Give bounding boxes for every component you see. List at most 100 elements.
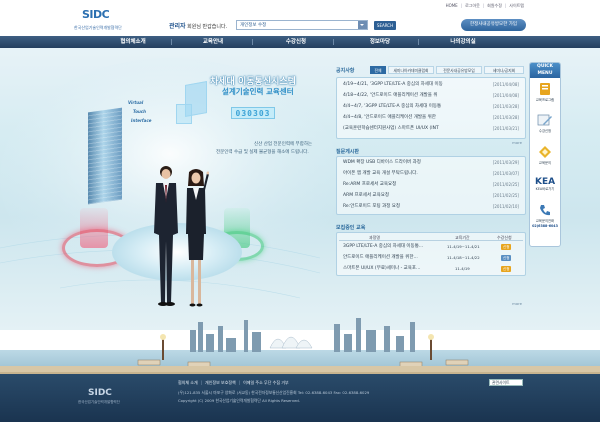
quick-item-program[interactable]: 교육프로그램	[532, 82, 558, 102]
tab-seminar-club[interactable]: 세미나아카데미클럽회	[388, 66, 434, 74]
footer-logo: SIDC	[88, 388, 112, 398]
quick-item-registration[interactable]: 수강신청	[532, 113, 558, 133]
nav-divider	[171, 39, 172, 45]
quick-item-label: KEA바로가기	[535, 187, 555, 191]
pencil-icon	[537, 114, 552, 126]
qna-title: 질문게시판	[336, 149, 360, 155]
list-item[interactable]: ARM 프로세서 교육요청 [2011/02/25]	[343, 192, 521, 200]
notice-date: [2011/03/21]	[492, 126, 519, 131]
list-item[interactable]: 4/18~4/22, '안드로이드 애플리케이션 개발을 위 [2011/04/0…	[343, 92, 521, 100]
list-item[interactable]: 4/19~4/21, '3GPP LTE/LTE-A 중심의 차세대 이동 [20…	[343, 81, 521, 89]
kea-logo-icon: KEA	[535, 177, 555, 185]
tab-all[interactable]: 전체	[370, 66, 386, 74]
list-item[interactable]: 아이폰 앱 개발 교육 개설 부탁드립니다. [2011/03/07]	[343, 170, 521, 178]
qna-date: [2011/02/25]	[492, 182, 519, 187]
footer-link-about[interactable]: 협의체 소개	[178, 380, 198, 386]
course-name: 스마트폰 UI/UX (무료)세미나 - 교육포...	[343, 266, 421, 271]
list-item[interactable]: Re:안드로이드 포팅 과정 요청 [2011/02/10]	[343, 203, 521, 211]
nav-item-info[interactable]: 정보마당	[350, 36, 410, 48]
site-header: SIDC 한국산업기술인력개발협력단 HOME | 로그아웃 | 회원수정 | …	[0, 0, 600, 34]
notice-date: [2011/04/08]	[492, 93, 519, 98]
divider: |	[238, 380, 241, 385]
quick-item-phone[interactable]: 교육문의전화 02)6388-6043	[532, 203, 558, 228]
divider: |	[460, 3, 463, 8]
footer-link-email-policy[interactable]: 이메일 주소 무단 수집 거부	[243, 380, 289, 386]
table-row[interactable]: 3GPP LTE/LTE-A 중심의 차세대 이동통... 11-4/19~11…	[339, 242, 523, 251]
top-link-home[interactable]: HOME	[446, 3, 458, 9]
qna-date: [2011/02/10]	[492, 204, 519, 209]
nav-item-about[interactable]: 협의체소개	[103, 36, 163, 48]
register-badge[interactable]: 신청	[501, 243, 512, 250]
nav-item-education[interactable]: 교육안내	[183, 36, 243, 48]
footer-copyright: Copyright (C) 2009 한국산업기술인력개발협력단 All Rig…	[178, 398, 301, 403]
notice-date: [2011/04/08]	[492, 82, 519, 87]
list-item[interactable]: Re:ARM 프로세서 교육요청 [2011/02/25]	[343, 181, 521, 189]
qna-title-text: Re:안드로이드 포팅 과정 요청	[343, 204, 401, 209]
list-item[interactable]: (교육훈련학습센터지원사업) 스마트폰 UI/UX (INT [2011/03/2…	[343, 125, 521, 133]
table-row[interactable]: 안드로이드 애플리케이션 개발을 위한... 11-4/18~11-4/22 신…	[339, 253, 523, 262]
quick-item-kea-link[interactable]: KEA KEA바로가기	[532, 175, 558, 191]
search-select-value: 개인정보 수정	[240, 23, 267, 28]
quick-item-label: 수강신청	[538, 129, 552, 133]
nav-item-registration[interactable]: 수강신청	[266, 36, 326, 48]
register-badge[interactable]: 신청	[501, 254, 512, 261]
qna-title-text: ARM 프로세서 교육요청	[343, 193, 390, 198]
notice-title-text: (교육훈련학습센터지원사업) 스마트폰 UI/UX (INT	[343, 126, 439, 131]
nav-divider	[252, 39, 253, 45]
board-panel: 공지사항 전체 세미나아카데미클럽회 전문사내공유방모임 세미나/공지회 4/1…	[336, 66, 526, 316]
top-link-sitemap[interactable]: 사이트맵	[509, 3, 524, 9]
top-link-logout[interactable]: 로그아웃	[465, 3, 480, 9]
footer-links: 협의체 소개 | 개인정보 보호정책 | 이메일 주소 무단 수집 거부	[178, 380, 289, 386]
businessman-figure	[154, 166, 178, 306]
quick-menu: QUICK MENU 교육프로그램 수강신청 교육문의 KEA KEA바로가기 …	[529, 62, 561, 247]
logo-mark: SIDC	[82, 8, 110, 21]
list-item[interactable]: WDM 확장 USB 디바이스 드라이버 과정 [2011/03/29]	[343, 159, 521, 167]
qna-title-text: 아이폰 앱 개발 교육 개설 부탁드립니다.	[343, 171, 418, 176]
notice-title-text: 4/4~4/7, '3GPP LTE/LTE-A 중심의 차세대 이동통	[343, 104, 442, 109]
tab-seminar-notice[interactable]: 세미나/공지회	[484, 66, 524, 74]
register-badge[interactable]: 신청	[501, 265, 512, 272]
phone-icon	[540, 205, 550, 216]
glass-tower-image	[88, 107, 122, 205]
tab-community[interactable]: 전문사내공유방모임	[436, 66, 482, 74]
course-name: 안드로이드 애플리케이션 개발을 위한...	[343, 255, 418, 260]
chevron-down-icon[interactable]	[358, 21, 367, 29]
top-link-edit-profile[interactable]: 회원수정	[487, 3, 502, 9]
notice-title-text: 4/4~4/8, '안드로이드 애플리케이션 개발을 위한	[343, 115, 436, 120]
course-period: 11-4/19	[455, 266, 470, 271]
divider: |	[482, 3, 485, 8]
book-icon	[540, 83, 550, 95]
qna-title-text: Re:ARM 프로세서 교육요청	[343, 182, 397, 187]
businesswoman-figure	[186, 169, 209, 307]
col-course-name: 과정명	[369, 235, 381, 240]
notice-date: [2011/03/28]	[492, 115, 519, 120]
hologram-display: 030303	[231, 107, 275, 119]
join-community-button[interactable]: 한정사내공유방모한 가입	[461, 19, 526, 31]
logo-subtitle: 한국산업기술인력개발협력단	[74, 25, 122, 30]
sky-word: Touch	[133, 109, 147, 114]
course-period: 11-4/19~11-4/21	[447, 244, 480, 249]
nav-divider	[333, 39, 334, 45]
hero-subtitle: 설계기술인력 교육센터	[222, 87, 294, 96]
related-sites-select[interactable]: 관련사이트	[489, 379, 523, 386]
list-item[interactable]: 4/4~4/7, '3GPP LTE/LTE-A 중심의 차세대 이동통 [201…	[343, 103, 521, 111]
search-button[interactable]: SEARCH	[374, 21, 396, 30]
table-row[interactable]: 스마트폰 UI/UX (무료)세미나 - 교육포... 11-4/19 신청	[339, 264, 523, 273]
site-footer: SIDC 한국산업기술인력개발협력단 협의체 소개 | 개인정보 보호정책 | …	[0, 374, 600, 422]
list-item[interactable]: 4/4~4/8, '안드로이드 애플리케이션 개발을 위한 [2011/03/28…	[343, 114, 521, 122]
course-period: 11-4/18~11-4/22	[447, 255, 480, 260]
site-logo[interactable]: SIDC 한국산업기술인력개발협력단	[74, 8, 154, 32]
qna-date: [2011/03/29]	[492, 160, 519, 165]
quick-item-inquiry[interactable]: 교육문의	[532, 145, 558, 165]
col-register: 수강신청	[497, 235, 512, 240]
nav-item-my-classroom[interactable]: 나의강의실	[433, 36, 493, 48]
hero-description: 신산 산업 전문인력에 부합하는	[254, 142, 313, 147]
notice-more-link[interactable]: more	[512, 140, 522, 145]
course-title: 모집중인 교육	[336, 225, 366, 231]
qna-date: [2011/02/25]	[492, 193, 519, 198]
search-select[interactable]: 개인정보 수정	[236, 20, 368, 30]
svg-text:KEA: KEA	[535, 177, 555, 185]
footer-link-privacy[interactable]: 개인정보 보호정책	[205, 380, 236, 386]
welcome-message: 관리자 회원님 반갑습니다.	[169, 21, 227, 30]
quick-phone-number: 02)6388-6043	[532, 224, 558, 228]
